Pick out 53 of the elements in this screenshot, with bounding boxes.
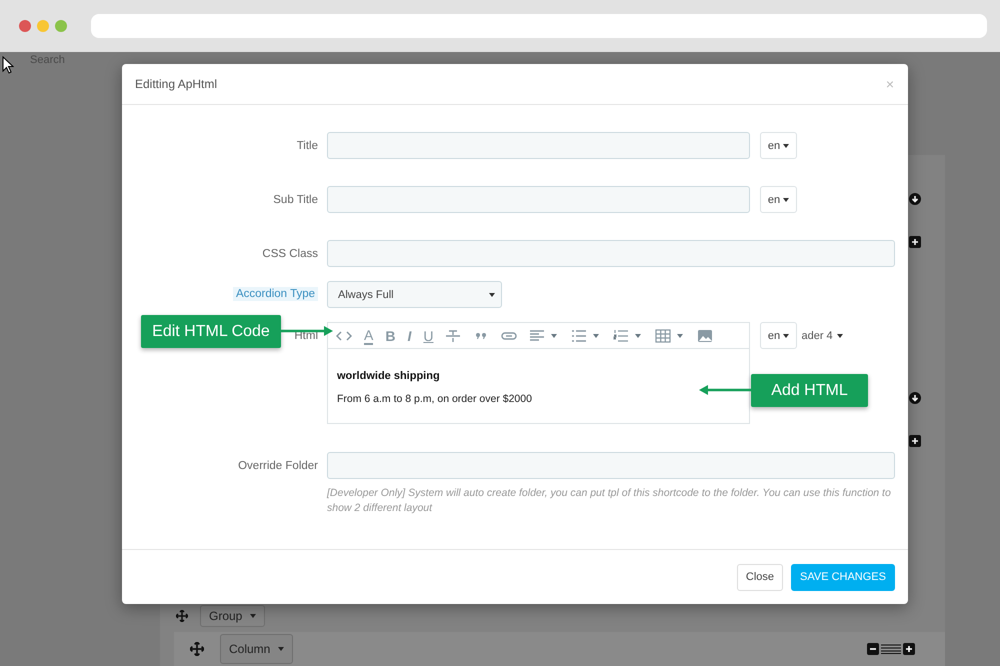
bullet-list-icon[interactable] — [571, 328, 588, 342]
plus-square-icon[interactable] — [909, 236, 921, 248]
group-dropdown[interactable]: Group — [200, 605, 266, 627]
code-icon[interactable] — [336, 328, 352, 342]
numbered-list-icon[interactable] — [613, 328, 630, 342]
content-text: From 6 a.m to 8 p.m, on order over $2000 — [337, 393, 533, 405]
text-input[interactable] — [327, 240, 895, 267]
italic-tool-button[interactable]: I — [407, 328, 412, 344]
plus-square-icon[interactable] — [909, 435, 921, 447]
field-label: Sub Title — [273, 193, 318, 207]
image-icon[interactable] — [697, 328, 714, 342]
color-tool-button[interactable]: A — [364, 326, 374, 344]
minus-square-icon[interactable] — [867, 643, 879, 655]
lines-icon[interactable] — [881, 644, 901, 654]
close-window-icon[interactable] — [19, 20, 31, 32]
text-input[interactable] — [327, 186, 750, 213]
field-label: Override Folder — [238, 459, 318, 473]
underline-tool-button[interactable]: U — [423, 328, 434, 344]
caret-icon[interactable] — [593, 334, 600, 338]
text-input[interactable] — [327, 132, 750, 159]
select-dropdown[interactable]: Always Full — [327, 281, 502, 308]
column-dropdown[interactable]: Column — [220, 634, 294, 664]
maximize-window-icon[interactable] — [55, 20, 67, 32]
editor-area[interactable]: worldwide shipping From 6 a.m to 8 p.m, on order over $2000 — [327, 348, 750, 424]
mouse-cursor-icon — [2, 56, 14, 74]
caret-icon[interactable] — [551, 334, 558, 338]
caret-icon[interactable] — [635, 334, 642, 338]
close-button[interactable]: Close — [736, 564, 783, 590]
callout: Edit HTML Code — [141, 315, 281, 348]
text-input[interactable] — [327, 452, 895, 479]
field-label: Accordion Type — [232, 287, 318, 301]
align-left-icon[interactable] — [529, 328, 546, 342]
callout: Add HTML — [751, 374, 868, 407]
bold-tool-button[interactable]: B — [385, 328, 396, 344]
field-label: CSS Class — [262, 247, 318, 261]
language-dropdown[interactable]: en — [760, 132, 797, 159]
language-dropdown[interactable]: en — [760, 186, 797, 213]
plus-square-icon[interactable] — [903, 643, 915, 655]
field-label: Title — [296, 139, 318, 153]
move-icon[interactable] — [190, 642, 204, 656]
circle-arrow-icon[interactable] — [909, 193, 921, 205]
move-icon[interactable] — [176, 610, 188, 622]
heading-dropdown[interactable]: ader 4 — [801, 330, 843, 342]
circle-arrow-icon[interactable] — [909, 392, 921, 404]
strikethrough-icon[interactable] — [445, 328, 462, 342]
caret-icon[interactable] — [677, 334, 684, 338]
arrow — [698, 384, 752, 396]
content-heading: worldwide shipping — [337, 370, 441, 382]
modal-title: Editting ApHtml — [135, 77, 218, 91]
save-button[interactable]: SAVE CHANGES — [791, 564, 895, 590]
language-dropdown[interactable]: en — [760, 322, 797, 349]
table-icon[interactable] — [655, 328, 672, 342]
help-text: [Developer Only] System will auto create folder, you can put tpl of this shortcode to the folder. You can use this function to show 2 different layout — [327, 486, 892, 516]
